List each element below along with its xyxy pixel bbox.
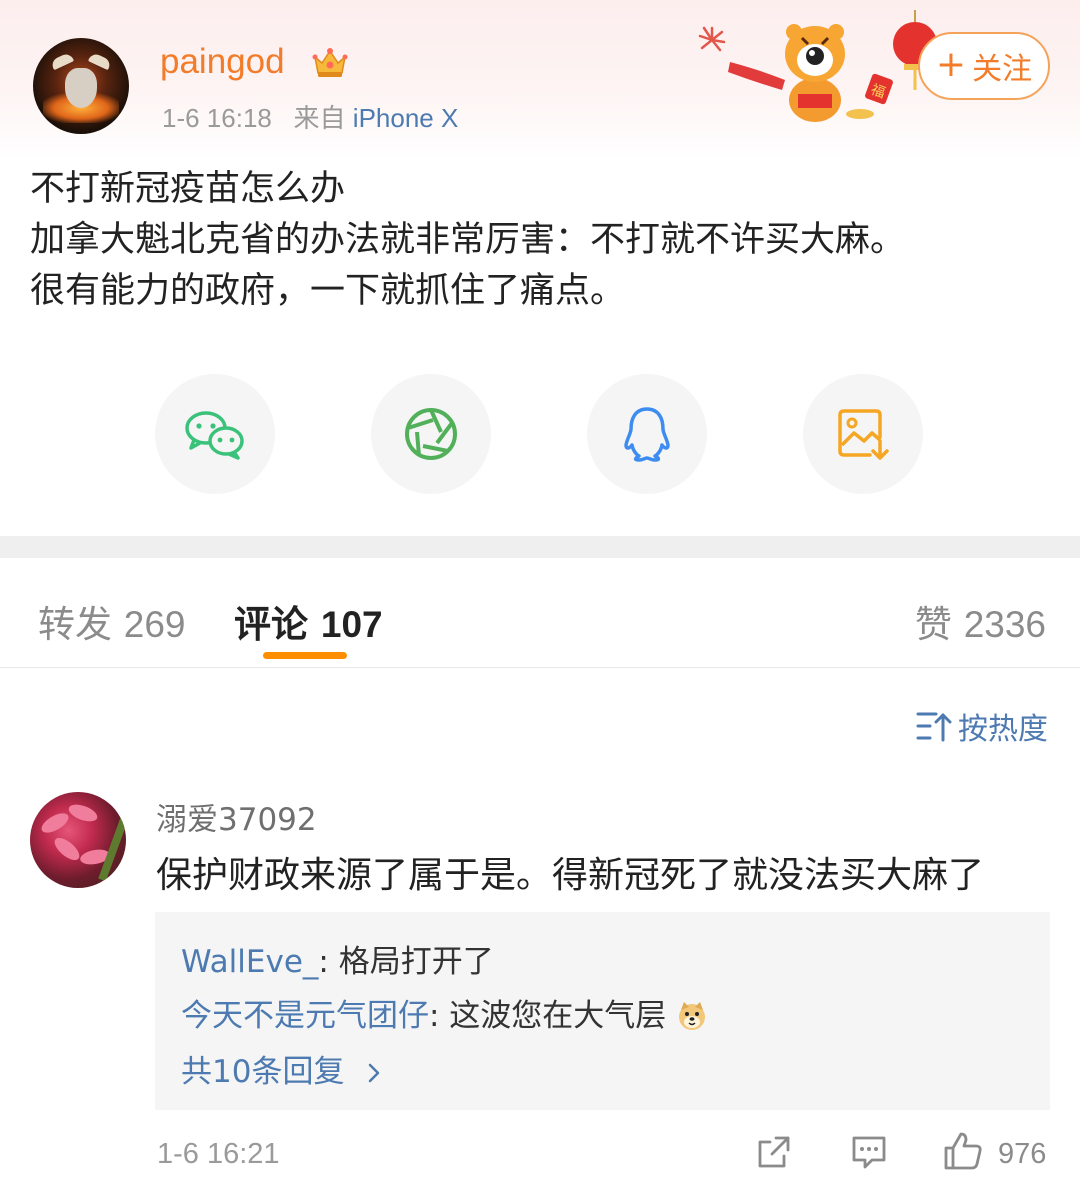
comment-timestamp: 1-6 16:21 [157,1138,280,1170]
tab-likes-label: 赞 [914,603,952,646]
replies-box[interactable]: WallEve_: 格局打开了 今天不是元气团仔: 这波您在大气层 共10条回复 [155,912,1050,1110]
tab-repost-label: 转发 [38,603,112,646]
reply-text: : 这波您在大气层 [429,998,667,1034]
tab-repost-count: 269 [123,604,186,645]
interaction-tabs: 转发 269 评论 107 赞 2336 [0,558,1080,668]
more-replies-label: 共10条回复 [181,1054,345,1090]
post-header: paingod 1-6 16:18 来自 iPhone X 福 + 关注 [0,0,1080,160]
like-icon[interactable] [942,1130,984,1172]
moments-icon [405,408,457,460]
author-username[interactable]: paingod [160,42,285,82]
more-replies-link[interactable]: 共10条回复 [181,1046,384,1091]
share-moments-button[interactable] [371,374,491,494]
post-content: 不打新冠疫苗怎么办 加拿大魁北克省的办法就非常厉害：不打就不许买大麻。 很有能力… [30,164,1050,317]
tab-likes-count: 2336 [963,604,1046,645]
doge-icon [679,1002,706,1030]
qq-icon [624,407,670,462]
tiger-mascot-decoration: 福 [698,10,937,122]
commenter-avatar[interactable] [30,792,126,888]
wechat-icon [185,411,244,460]
tab-comments-count: 107 [320,604,383,645]
comment-text: 保护财政来源了属于是。得新冠死了就没法买大麻了 [156,855,985,896]
tab-comments[interactable]: 评论 107 [234,594,383,648]
reply-author[interactable]: 今天不是元气团仔 [181,998,429,1034]
follow-label: 关注 [972,52,1033,87]
crown-icon [312,48,348,77]
like-count: 976 [998,1138,1047,1170]
commenter-username[interactable]: 溺爱37092 [156,794,317,839]
sort-label: 按热度 [958,712,1048,747]
tab-likes[interactable]: 赞 2336 [915,594,1046,648]
active-tab-indicator [263,652,347,659]
post-source-prefix: 来自 [293,103,346,133]
save-image-button[interactable] [803,374,923,494]
post-content-line: 加拿大魁北克省的办法就非常厉害：不打就不许买大麻。 [30,220,906,260]
share-wechat-button[interactable] [155,374,275,494]
save-image-icon [838,409,889,460]
reply-text: : 格局打开了 [318,944,494,980]
chevron-right-icon [369,1063,380,1083]
plus-icon: + [935,43,967,85]
reply-item[interactable]: WallEve_: 格局打开了 [181,936,494,981]
post-content-line: 不打新冠疫苗怎么办 [30,169,346,209]
tab-comments-label: 评论 [234,603,308,646]
share-row [0,374,1080,494]
reply-item[interactable]: 今天不是元气团仔: 这波您在大气层 [181,990,708,1035]
post-meta: 1-6 16:18 来自 iPhone X [162,98,458,135]
section-divider [0,536,1080,558]
share-comment-icon[interactable] [756,1134,792,1170]
tab-repost[interactable]: 转发 269 [38,594,186,648]
author-avatar[interactable] [33,38,129,134]
sort-icon [916,712,952,742]
post-source[interactable]: iPhone X [353,103,459,133]
post-content-line: 很有能力的政府，一下就抓住了痛点。 [30,271,626,311]
share-qq-button[interactable] [587,374,707,494]
post-timestamp: 1-6 16:18 [162,103,272,133]
reply-author[interactable]: WallEve_ [181,944,318,980]
reply-comment-icon[interactable] [850,1134,888,1170]
follow-button[interactable]: + 关注 [918,32,1050,100]
sort-toggle[interactable]: 按热度 [916,704,1048,748]
